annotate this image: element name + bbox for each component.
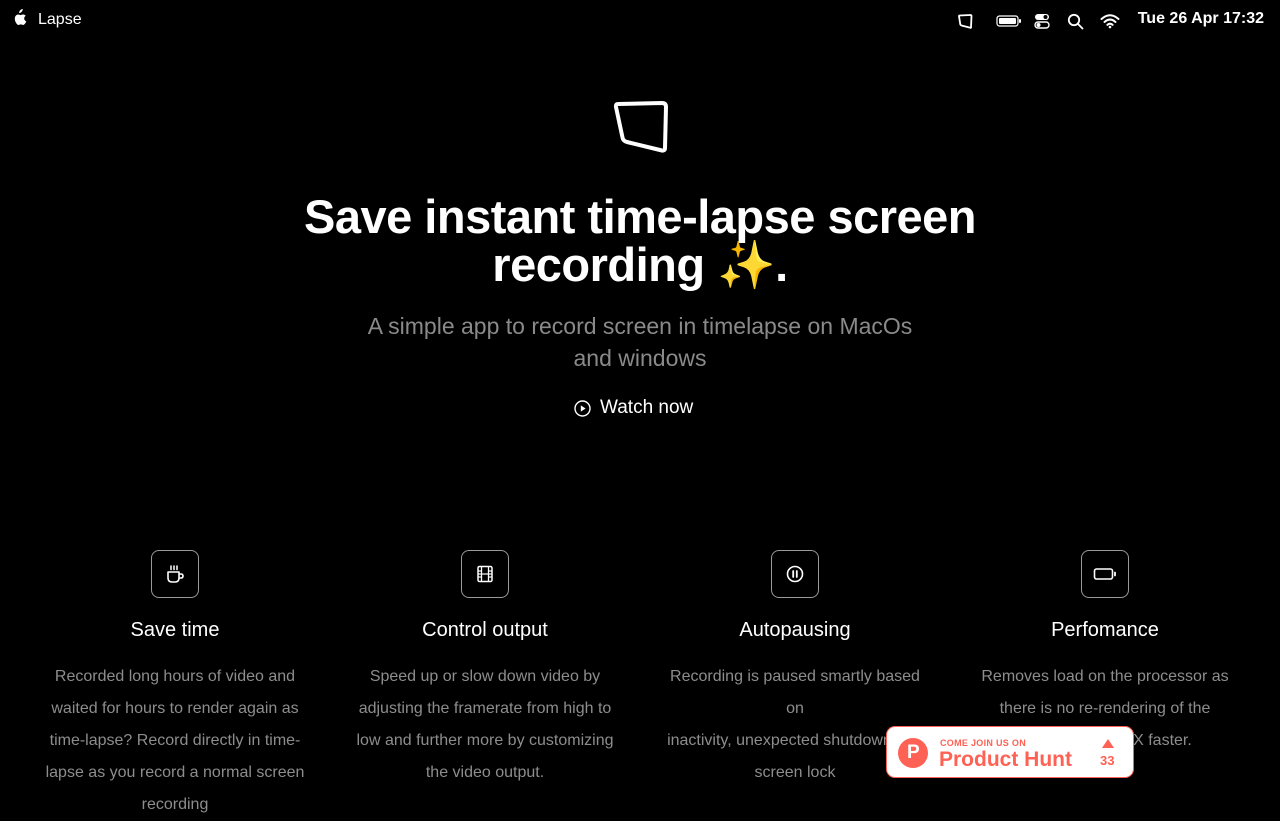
feature-control-output: Control output Speed up or slow down vid… (350, 550, 620, 789)
battery-icon[interactable] (996, 10, 1022, 32)
subtitle-line-2: and windows (573, 345, 707, 371)
desc-line: there is no re-rendering of the (999, 700, 1211, 717)
lapse-logo-icon (613, 101, 668, 153)
app-name[interactable]: Lapse (38, 11, 82, 29)
subtitle-line-1: A simple app to record screen in timelap… (367, 313, 913, 339)
upvote-count: 33 (1100, 753, 1115, 768)
desc-line: adjusting the framerate from high to (358, 700, 612, 717)
headline-line-1: Save instant time-lapse screen (303, 190, 977, 243)
pause-circle-icon (786, 565, 804, 583)
product-hunt-name: Product Hunt (939, 748, 1072, 771)
product-hunt-tagline: COME JOIN US ON (940, 738, 1027, 748)
feature-icon-box (1081, 550, 1129, 598)
feature-description: Speed up or slow down video by adjusting… (350, 661, 620, 789)
product-hunt-badge[interactable]: P COME JOIN US ON Product Hunt 33 (886, 726, 1134, 778)
watch-now-link[interactable]: Watch now (574, 395, 693, 421)
apple-logo-icon[interactable] (11, 9, 27, 27)
headline-line-2: recording ✨. (492, 238, 788, 291)
coffee-cup-icon (167, 565, 184, 583)
film-icon (477, 565, 493, 583)
desc-line: the video output. (425, 764, 545, 781)
watch-now-label: Watch now (600, 397, 694, 418)
product-hunt-logo-icon: P (898, 738, 928, 768)
hero-headline: Save instant time-lapse screen recording… (240, 193, 1040, 289)
desc-line: waited for hours to render again as (51, 700, 299, 717)
battery-outline-icon (1093, 568, 1116, 580)
feature-icon-box (151, 550, 199, 598)
feature-description: Recorded long hours of video and waited … (40, 661, 310, 821)
upvote-arrow-icon (1102, 739, 1114, 748)
lapse-icon[interactable] (957, 10, 974, 32)
search-icon[interactable] (1067, 10, 1084, 32)
control-center-icon[interactable] (1034, 10, 1050, 32)
menubar-clock[interactable]: Tue 26 Apr 17:32 (1138, 10, 1264, 28)
feature-title: Control output (422, 619, 548, 641)
desc-line: lapse as you record a normal screen (45, 764, 305, 781)
menu-bar: Lapse Tue 26 Apr 17:32 (0, 0, 1280, 40)
wifi-icon[interactable] (1100, 10, 1120, 32)
feature-save-time: Save time Recorded long hours of video a… (40, 550, 310, 821)
desc-line: Speed up or slow down video by (369, 668, 601, 685)
feature-icon-box (461, 550, 509, 598)
desc-line: Recorded long hours of video and (54, 668, 296, 685)
product-hunt-logo-letter: P (907, 742, 920, 763)
feature-title: Perfomance (1051, 619, 1159, 641)
desc-line: recording (141, 796, 209, 813)
hero-subtitle: A simple app to record screen in timelap… (340, 310, 940, 374)
feature-icon-box (771, 550, 819, 598)
feature-title: Autopausing (739, 619, 851, 641)
desc-line: time-lapse? Record directly in time- (49, 732, 301, 749)
play-circle-icon (574, 399, 591, 417)
desc-line: low and further more by customizing (356, 732, 614, 749)
desc-line: Recording is paused smartly based on (670, 668, 920, 717)
desc-line: Removes load on the processor as (981, 668, 1229, 685)
feature-title: Save time (130, 619, 220, 641)
